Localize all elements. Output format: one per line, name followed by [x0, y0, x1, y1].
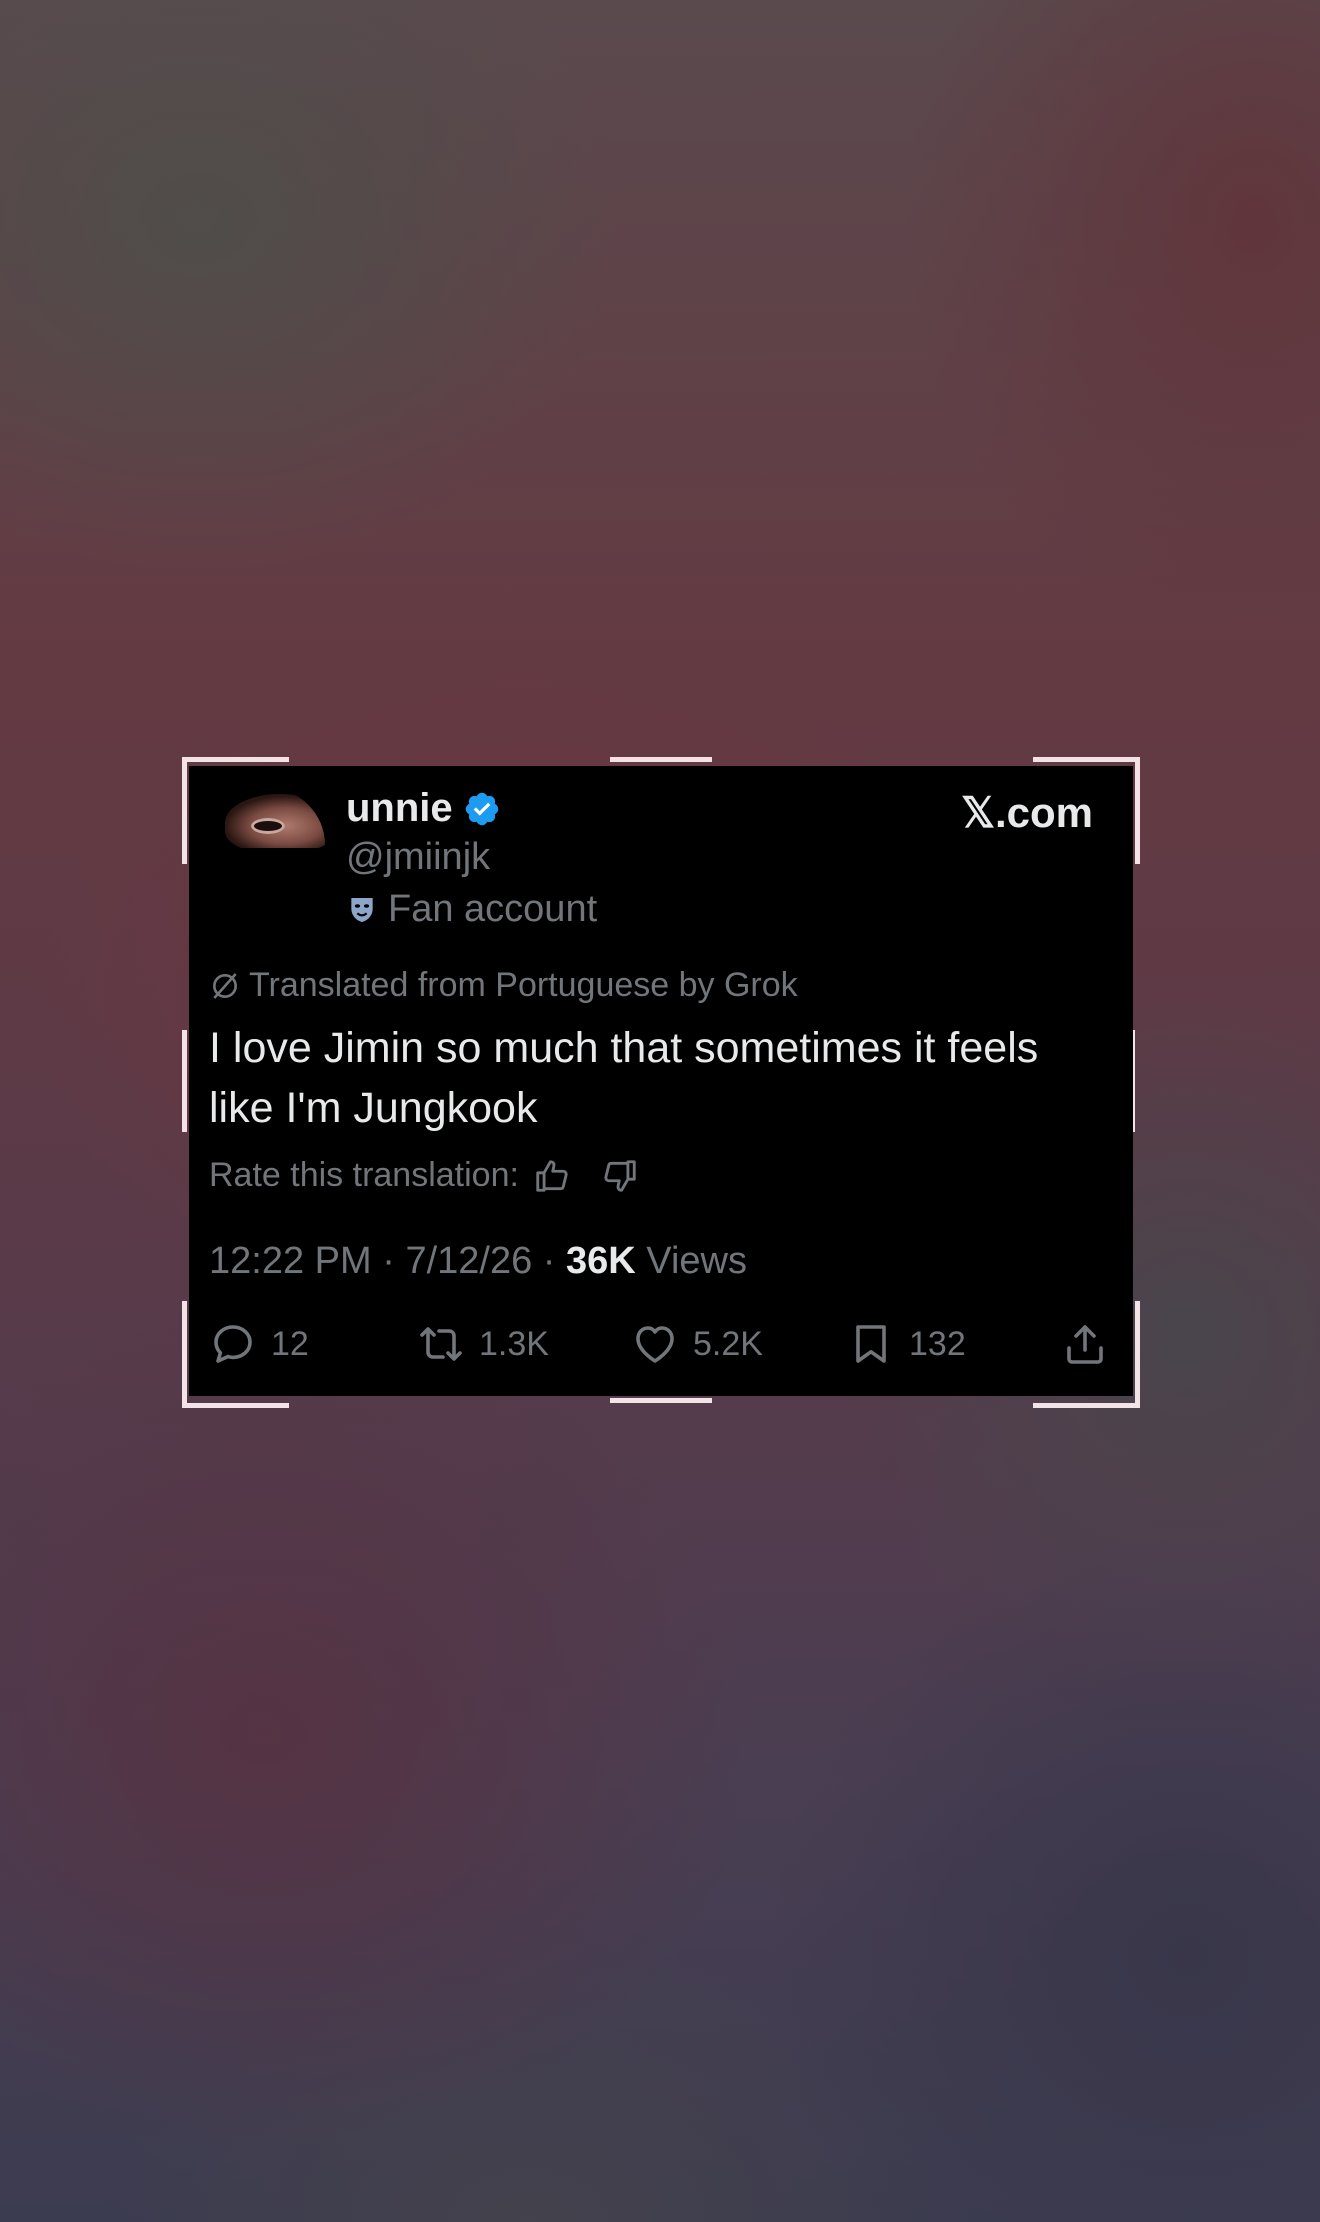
thumbs-up-icon[interactable]: [533, 1157, 571, 1195]
user-handle[interactable]: @jmiinjk: [346, 836, 490, 879]
like-count: 5.2K: [693, 1324, 763, 1363]
reply-icon: [214, 1325, 252, 1363]
bookmark-icon: [856, 1325, 886, 1363]
grok-icon: [213, 972, 237, 999]
translation-note: Translated from Portuguese by Grok: [209, 966, 798, 1005]
avatar-eye: [251, 818, 285, 834]
bookmark-count: 132: [909, 1324, 966, 1363]
rate-translation: Rate this translation:: [209, 1156, 639, 1195]
frame-edge-top: [610, 757, 712, 762]
rate-translation-label: Rate this translation:: [209, 1156, 519, 1194]
repost-count: 1.3K: [479, 1324, 549, 1363]
heart-icon: [636, 1326, 674, 1363]
like-button[interactable]: 5.2K: [631, 1320, 763, 1368]
avatar-shade: [211, 848, 325, 902]
display-name[interactable]: unnie: [346, 786, 453, 831]
action-bar: 12 1.3K 5.2K 132: [209, 1320, 1113, 1376]
tweet-date[interactable]: 7/12/26: [405, 1240, 532, 1282]
share-button[interactable]: [1061, 1320, 1109, 1368]
views-count: 36K: [566, 1240, 636, 1282]
tweet-meta: 12:22 PM · 7/12/26 · 36K Views: [209, 1240, 747, 1282]
avatar[interactable]: [211, 788, 325, 902]
frame-edge-bottom: [610, 1398, 712, 1403]
brand-logo: 𝕏.com: [961, 789, 1093, 836]
name-row: unnie: [346, 786, 501, 831]
frame-edge-left: [182, 1030, 187, 1132]
verified-badge-icon: [465, 792, 498, 825]
affiliation-label: Fan account: [346, 888, 597, 931]
views-label: Views: [646, 1240, 747, 1282]
reply-count: 12: [271, 1324, 309, 1363]
thumbs-down-icon[interactable]: [601, 1157, 639, 1195]
mask-icon: [351, 897, 373, 922]
repost-button[interactable]: 1.3K: [417, 1320, 549, 1368]
share-icon: [1067, 1325, 1103, 1364]
tweet-time[interactable]: 12:22 PM: [209, 1240, 372, 1282]
affiliation-text: Fan account: [388, 888, 598, 930]
translation-note-text: Translated from Portuguese by Grok: [249, 966, 798, 1004]
tweet-card: unnie @jmiinjk Fan account 𝕏.com Transla…: [189, 766, 1133, 1396]
reply-button[interactable]: 12: [209, 1320, 309, 1368]
repost-icon: [420, 1327, 462, 1361]
bookmark-button[interactable]: 132: [847, 1320, 966, 1368]
tweet-text: I love Jimin so much that sometimes it f…: [209, 1024, 1039, 1132]
